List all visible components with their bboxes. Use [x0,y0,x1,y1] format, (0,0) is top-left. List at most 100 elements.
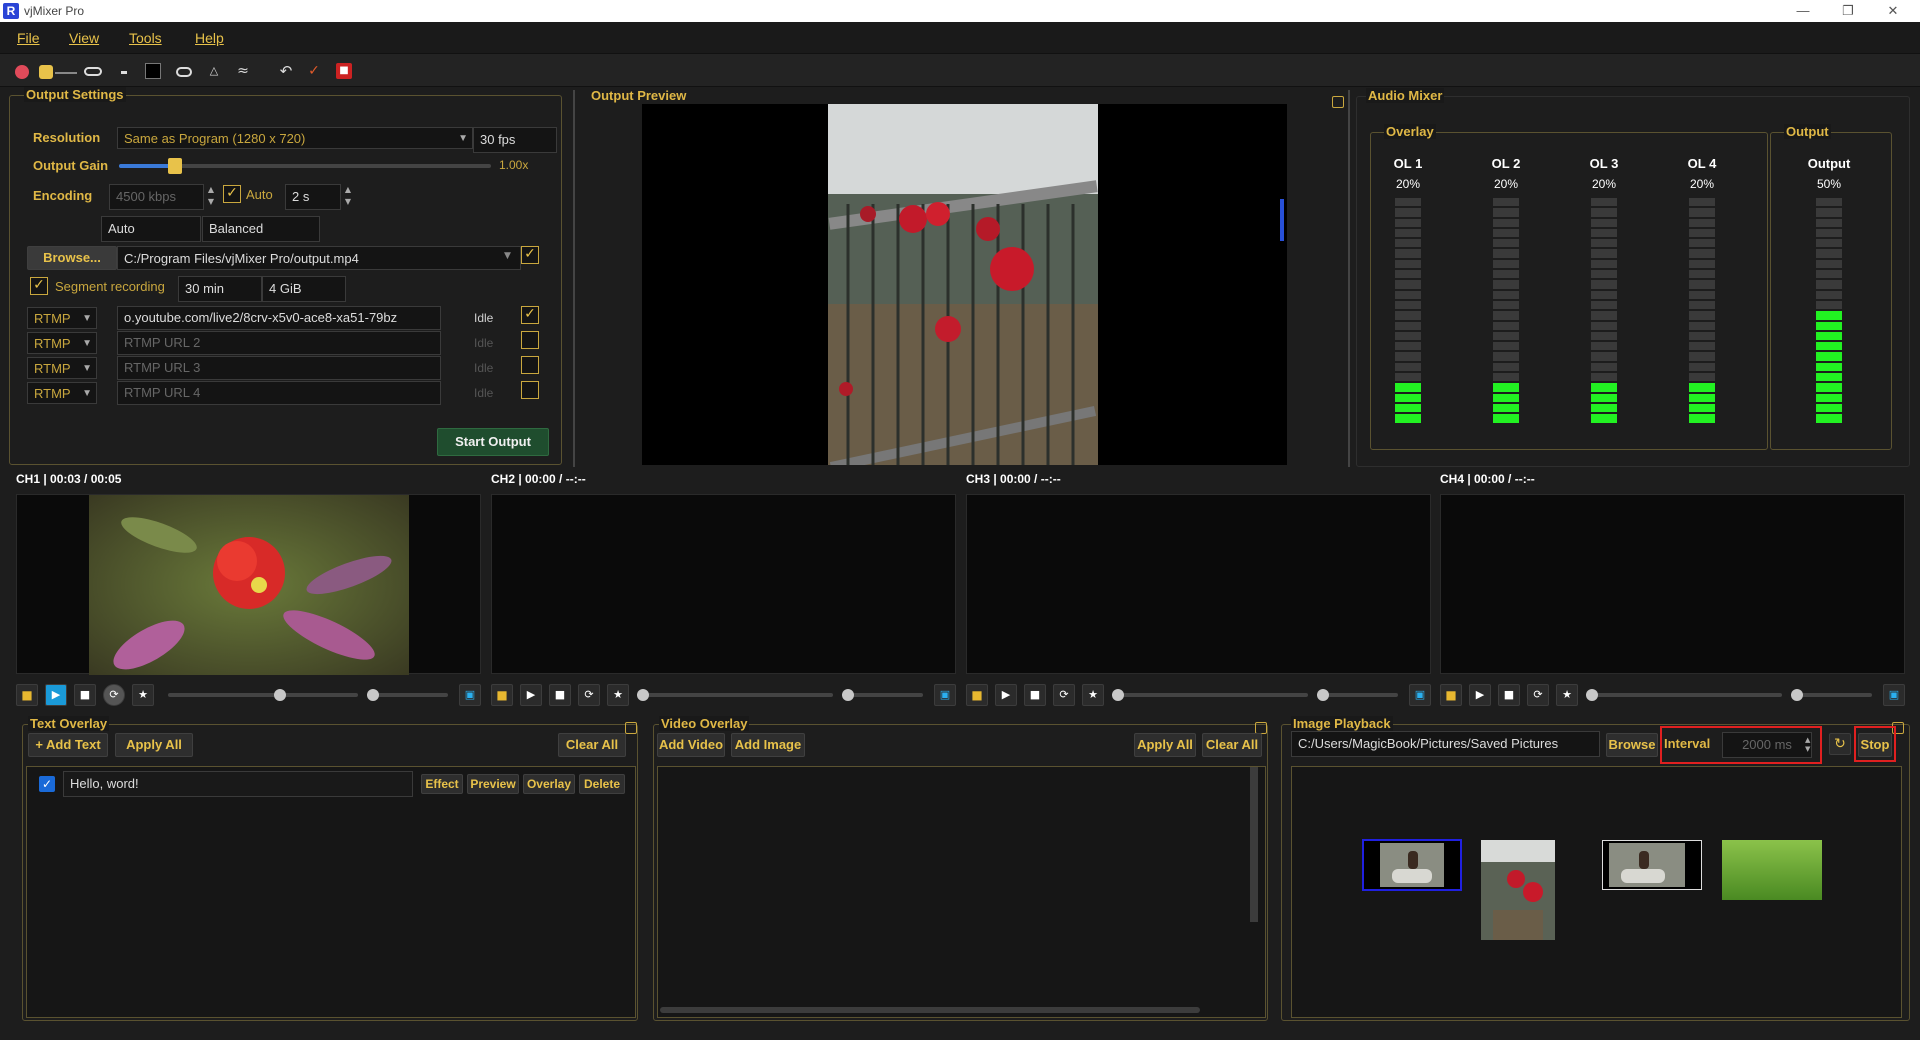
menu-file[interactable]: File [17,30,40,46]
channel-2-send-button[interactable]: ▣ [934,684,956,706]
channel-4-folder-button[interactable]: ■ [1440,684,1462,706]
channel-2-play-button[interactable]: ▶ [520,684,542,706]
volume-handle[interactable] [367,689,379,701]
bitrate-input[interactable]: 4500 kbps [109,184,204,210]
gain-slider[interactable] [119,158,491,174]
apply-all-video-button[interactable]: Apply All [1134,733,1196,757]
add-image-button[interactable]: Add Image [731,733,805,757]
save-icon[interactable]: ■ [336,63,352,79]
rtmp-type-select[interactable]: RTMP ▼ [27,332,97,354]
rtmp-type-select[interactable]: RTMP ▼ [27,307,97,329]
channel-2-star-button[interactable]: ★ [607,684,629,706]
pen-icon[interactable] [84,67,102,76]
rtmp-type-select[interactable]: RTMP ▼ [27,357,97,379]
thumbnail-image[interactable] [1722,840,1822,900]
channel-3-play-button[interactable]: ▶ [995,684,1017,706]
channel-4-star-button[interactable]: ★ [1556,684,1578,706]
rtmp-url-input[interactable]: o.youtube.com/live2/8crv-x5v0-ace8-xa51-… [117,306,441,330]
menu-view[interactable]: View [69,30,99,46]
seek-handle[interactable] [273,689,286,701]
list-item[interactable]: ✓ Hello, word! Effect Preview Overlay De… [27,767,635,801]
browse-output-button[interactable]: Browse... [27,246,117,270]
preview-scroll-indicator[interactable] [1280,199,1284,241]
segment-time-input[interactable]: 30 min [178,276,262,302]
thumbnail-image[interactable] [1481,840,1555,940]
channel-1-folder-button[interactable]: ■ [16,684,38,706]
channel-4-play-button[interactable]: ▶ [1469,684,1491,706]
brush-color-icon[interactable] [39,65,53,79]
thumbnail-selected[interactable] [1362,839,1462,891]
stop-button[interactable]: Stop [1858,733,1892,757]
channel-1-seek-slider[interactable] [168,689,358,701]
volume-handle[interactable] [1317,689,1329,701]
channel-2-preview[interactable] [491,494,956,674]
channel-1-star-button[interactable]: ★ [132,684,154,706]
line-icon[interactable] [55,72,77,74]
channel-1-send-button[interactable]: ▣ [459,684,481,706]
interval-input[interactable]: 2000 ms [1722,732,1812,758]
add-text-button[interactable]: + Add Text [28,733,108,757]
image-folder-input[interactable]: C:/Users/MagicBook/Pictures/Saved Pictur… [1291,731,1600,757]
channel-2-loop-button[interactable]: ⟳ [578,684,600,706]
channel-3-seek-slider[interactable] [1112,689,1308,701]
triangle-icon[interactable]: △ [208,63,220,79]
auto-bitrate-checkbox[interactable] [223,185,241,203]
dot-icon[interactable] [121,71,127,74]
channel-4-preview[interactable] [1440,494,1905,674]
segment-checkbox[interactable] [30,277,48,295]
overlay-button[interactable]: Overlay [523,774,575,794]
channel-1-preview[interactable] [16,494,481,675]
rtmp-url-input[interactable]: RTMP URL 3 [117,356,441,380]
fps-input[interactable]: 30 fps [473,127,557,153]
output-path-input[interactable]: C:/Program Files/vjMixer Pro/output.mp4 [117,246,521,270]
encoder-select[interactable]: Auto [101,216,201,242]
channel-3-folder-button[interactable]: ■ [966,684,988,706]
channel-1-stop-button[interactable]: ■ [74,684,96,706]
keyframe-spinner[interactable]: ▲ ▼ [342,184,354,210]
text-item-checkbox[interactable]: ✓ [39,776,55,792]
channel-3-star-button[interactable]: ★ [1082,684,1104,706]
vertical-scrollbar[interactable] [1250,767,1258,922]
text-item-input[interactable]: Hello, word! [63,771,413,797]
effect-button[interactable]: Effect [421,774,463,794]
channel-2-seek-slider[interactable] [637,689,833,701]
channel-2-folder-button[interactable]: ■ [491,684,513,706]
rtmp-type-select[interactable]: RTMP ▼ [27,382,97,404]
channel-2-stop-button[interactable]: ■ [549,684,571,706]
gain-slider-handle[interactable] [167,158,182,174]
output-enable-checkbox[interactable] [521,246,539,264]
path-dropdown-icon[interactable]: ▼ [504,251,511,261]
brush-icon[interactable]: ✓ [306,63,322,79]
horizontal-scrollbar[interactable] [660,1007,1200,1013]
apply-all-text-button[interactable]: Apply All [115,733,193,757]
seek-handle[interactable] [1586,689,1598,701]
rtmp-enable-checkbox[interactable] [521,306,539,324]
fill-square-icon[interactable] [145,63,161,79]
start-output-button[interactable]: Start Output [437,428,549,456]
channel-4-seek-slider[interactable] [1586,689,1782,701]
clear-all-video-button[interactable]: Clear All [1202,733,1262,757]
channel-1-play-button[interactable]: ▶ [45,684,67,706]
thumbnail-image[interactable] [1602,840,1702,890]
volume-handle[interactable] [842,689,854,701]
palette-icon[interactable] [15,65,29,79]
wave-icon[interactable]: ≈ [234,63,252,79]
channel-1-volume-slider[interactable] [367,689,448,701]
refresh-icon[interactable]: ↻ [1829,733,1851,755]
detach-icon[interactable] [1332,96,1344,108]
preset-select[interactable]: Balanced [202,216,320,242]
rtmp-enable-checkbox[interactable] [521,356,539,374]
segment-size-input[interactable]: 4 GiB [262,276,346,302]
menu-help[interactable]: Help [195,30,224,46]
channel-3-loop-button[interactable]: ⟳ [1053,684,1075,706]
clear-all-text-button[interactable]: Clear All [558,733,626,757]
channel-4-volume-slider[interactable] [1791,689,1872,701]
rtmp-enable-checkbox[interactable] [521,331,539,349]
volume-handle[interactable] [1791,689,1803,701]
ellipse-icon[interactable] [176,67,192,77]
rtmp-url-input[interactable]: RTMP URL 4 [117,381,441,405]
minimize-icon[interactable]: — [1783,2,1823,20]
close-icon[interactable]: ✕ [1873,2,1913,20]
keyframe-input[interactable]: 2 s [285,184,341,210]
detach-icon[interactable] [625,722,637,734]
